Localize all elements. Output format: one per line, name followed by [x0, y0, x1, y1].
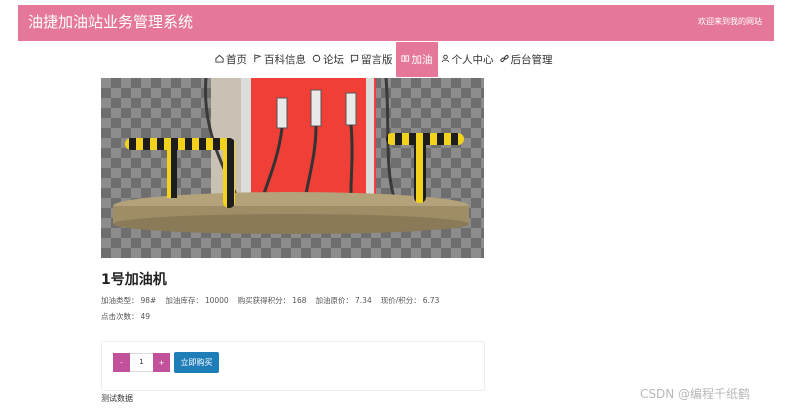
nav-label-forum: 论坛 — [323, 54, 344, 66]
product-info-row: 加油类型： 98# 加油库存： 10000 购买获得积分： 168 加油原价： … — [101, 295, 439, 306]
field-value: 7.34 — [355, 296, 372, 305]
quantity-decrease-button[interactable]: - — [113, 353, 130, 372]
field-value: 49 — [140, 312, 151, 321]
welcome-text: 欢迎来到我的网站 — [698, 17, 762, 26]
chat-circle-icon — [312, 54, 321, 66]
nav-item-encyclopedia[interactable]: 百科信息 — [250, 42, 309, 77]
field-value: 98# — [140, 296, 157, 305]
nav-label-admin: 后台管理 — [510, 54, 553, 66]
product-info-row-2: 点击次数： 49 — [101, 311, 150, 322]
site-header: 油捷加油站业务管理系统 欢迎来到我的网站 — [18, 5, 774, 41]
watermark: CSDN @编程千纸鹤 — [640, 387, 751, 401]
nav-item-profile[interactable]: 个人中心 — [438, 42, 497, 77]
nav-item-refuel[interactable]: 加油 — [395, 42, 438, 77]
field-label: 加油类型： — [101, 296, 139, 305]
site-title: 油捷加油站业务管理系统 — [28, 13, 194, 31]
home-icon — [215, 54, 224, 66]
click-count-field: 点击次数： 49 — [101, 311, 150, 322]
original-price-field: 加油原价： 7.34 — [316, 295, 372, 306]
nav-item-forum[interactable]: 论坛 — [309, 42, 347, 77]
field-value: 10000 — [204, 296, 229, 305]
nav-item-guestbook[interactable]: 留言版 — [347, 42, 396, 77]
points-field: 购买获得积分： 168 — [238, 295, 307, 306]
product-title: 1号加油机 — [101, 272, 167, 288]
main-nav: 首页 百科信息 论坛 留言版 加油 个人中心 后台管理 — [212, 42, 556, 77]
nav-label-home: 首页 — [226, 54, 247, 66]
comment-icon — [350, 54, 359, 66]
flag-icon — [253, 53, 262, 66]
field-label: 点击次数： — [101, 312, 139, 321]
purchase-panel: - 1 + 立即购买 — [101, 341, 485, 391]
user-icon — [441, 54, 450, 66]
field-value: 168 — [292, 296, 307, 305]
buy-now-button[interactable]: 立即购买 — [174, 352, 219, 373]
product-description: 测试数据 — [101, 394, 133, 403]
quantity-increase-button[interactable]: + — [153, 353, 170, 372]
stock-field: 加油库存： 10000 — [165, 295, 228, 306]
nav-label-encyclopedia: 百科信息 — [264, 54, 306, 66]
nav-item-home[interactable]: 首页 — [212, 42, 250, 77]
field-value: 6.73 — [422, 296, 440, 305]
fuel-icon — [400, 54, 410, 66]
quantity-input[interactable]: 1 — [130, 353, 153, 372]
nav-label-guestbook: 留言版 — [361, 54, 393, 66]
field-label: 购买获得积分： — [237, 296, 291, 305]
nav-label-refuel: 加油 — [411, 54, 433, 66]
fuel-type-field: 加油类型： 98# — [101, 295, 156, 306]
current-price-field: 现价/积分： 6.73 — [381, 295, 440, 306]
field-label: 现价/积分： — [380, 296, 421, 305]
link-icon — [499, 54, 509, 66]
field-label: 加油库存： — [165, 296, 203, 305]
nav-item-admin[interactable]: 后台管理 — [497, 42, 556, 77]
field-label: 加油原价： — [315, 296, 354, 305]
nav-label-profile: 个人中心 — [451, 54, 494, 66]
product-image — [101, 78, 484, 258]
